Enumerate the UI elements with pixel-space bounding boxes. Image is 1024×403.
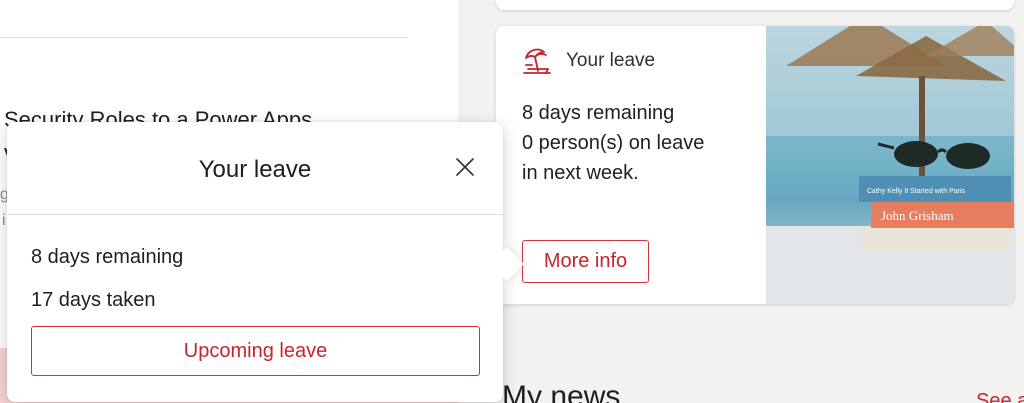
people-on-leave-text: 0 person(s) on leave	[522, 132, 705, 154]
article-meta-fragment: i	[2, 212, 6, 229]
popup-title: Your leave	[198, 156, 312, 183]
top-card	[496, 0, 1014, 10]
divider	[0, 37, 408, 38]
leave-summary: 8 days remaining 0 person(s) on leave in…	[522, 98, 752, 188]
close-icon	[455, 157, 475, 182]
book-spine-text: John Grisham	[881, 208, 954, 223]
upcoming-leave-button[interactable]: Upcoming leave	[31, 326, 480, 376]
more-info-button[interactable]: More info	[522, 240, 649, 283]
see-all-link[interactable]: See a	[976, 390, 1024, 403]
people-on-leave-period-text: in next week.	[522, 162, 639, 184]
umbrella-beach-icon	[520, 44, 554, 78]
popup-days-remaining: 8 days remaining	[31, 246, 184, 268]
leave-popup: Your leave 8 days remaining 17 days take…	[7, 122, 503, 402]
leave-card-title: Your leave	[566, 50, 656, 71]
popup-beak-cover	[485, 245, 503, 285]
popup-divider	[7, 214, 503, 215]
close-button[interactable]	[452, 156, 478, 182]
leave-card: Your leave 8 days remaining 0 person(s) …	[496, 26, 1014, 304]
page: Security Roles to a Power Apps v g i You…	[0, 0, 1024, 403]
book-spine-text: Cathy Kelly It Started with Paris	[867, 188, 966, 195]
days-remaining-text: 8 days remaining	[522, 102, 675, 124]
news-title: My news	[502, 380, 621, 403]
beach-books-image: John Grisham Cathy Kelly It Started with…	[766, 26, 1014, 304]
leave-card-header: Your leave	[520, 44, 655, 78]
popup-days-taken: 17 days taken	[31, 289, 156, 311]
